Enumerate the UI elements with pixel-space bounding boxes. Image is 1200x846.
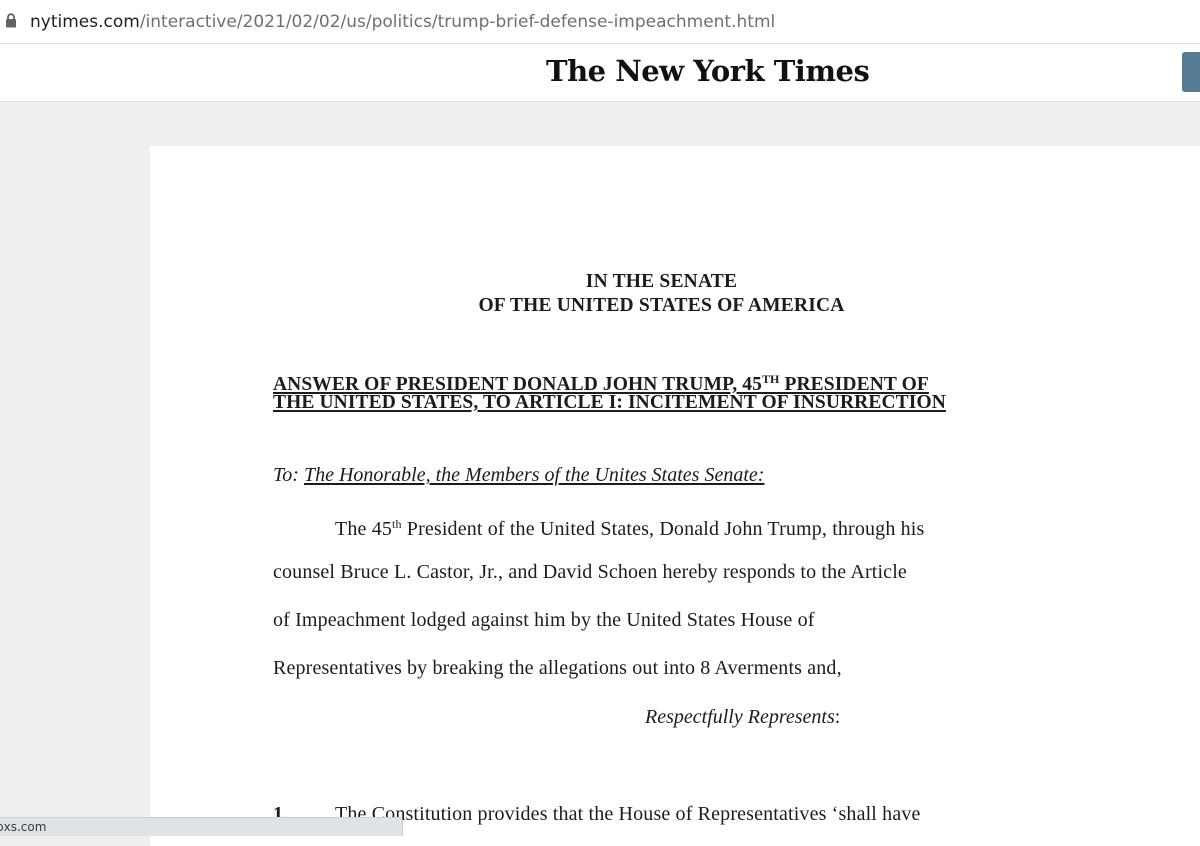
averment-text: The Constitution provides that the House… bbox=[335, 803, 921, 825]
salutation-addressee: The Honorable, the Members of the Unites… bbox=[303, 464, 765, 486]
url-host: nytimes.com bbox=[30, 12, 140, 32]
paragraph-line-1-superscript: th bbox=[392, 517, 402, 531]
paragraph-line-1-b: President of the United States, Donald J… bbox=[401, 518, 925, 540]
document-page: IN THE SENATE OF THE UNITED STATES OF AM… bbox=[150, 146, 1200, 846]
heading-line-1: IN THE SENATE bbox=[585, 271, 738, 292]
lock-icon bbox=[6, 13, 16, 28]
heading-line-2: OF THE UNITED STATES OF AMERICA bbox=[478, 295, 845, 316]
paragraph-line-4: Representatives by breaking the allegati… bbox=[273, 657, 842, 679]
paragraph-line-2: counsel Bruce L. Castor, Jr., and David … bbox=[273, 561, 907, 583]
salutation-prefix: To: bbox=[273, 464, 304, 486]
answer-title-superscript: TH bbox=[761, 372, 780, 386]
link-status-bubble: pxs.com bbox=[0, 817, 403, 836]
salutation: To: The Honorable, the Members of the Un… bbox=[273, 463, 764, 487]
site-header: The New York Times bbox=[0, 44, 1200, 102]
document-viewer[interactable]: IN THE SENATE OF THE UNITED STATES OF AM… bbox=[0, 103, 1200, 846]
nyt-logo[interactable]: The New York Times bbox=[546, 54, 870, 88]
answer-title-line-2: THE UNITED STATES, TO ARTICLE I: INCITEM… bbox=[273, 392, 946, 413]
respectfully-text: Respectfully Represents bbox=[645, 706, 835, 728]
paragraph-line-1: The 45th President of the United States,… bbox=[335, 512, 924, 541]
respectfully-colon: : bbox=[834, 706, 841, 728]
paragraph-line-3: of Impeachment lodged against him by the… bbox=[273, 609, 815, 631]
paragraph-line-1-a: The 45 bbox=[335, 518, 392, 540]
address-bar[interactable]: nytimes.com/interactive/2021/02/02/us/po… bbox=[0, 0, 1200, 44]
respectfully-represents: Respectfully Represents: bbox=[645, 705, 840, 729]
url-path: /interactive/2021/02/02/us/politics/trum… bbox=[139, 12, 776, 32]
header-edge-button[interactable] bbox=[1182, 52, 1200, 92]
url-text[interactable]: nytimes.com/interactive/2021/02/02/us/po… bbox=[30, 11, 775, 33]
status-text: pxs.com bbox=[0, 820, 47, 834]
